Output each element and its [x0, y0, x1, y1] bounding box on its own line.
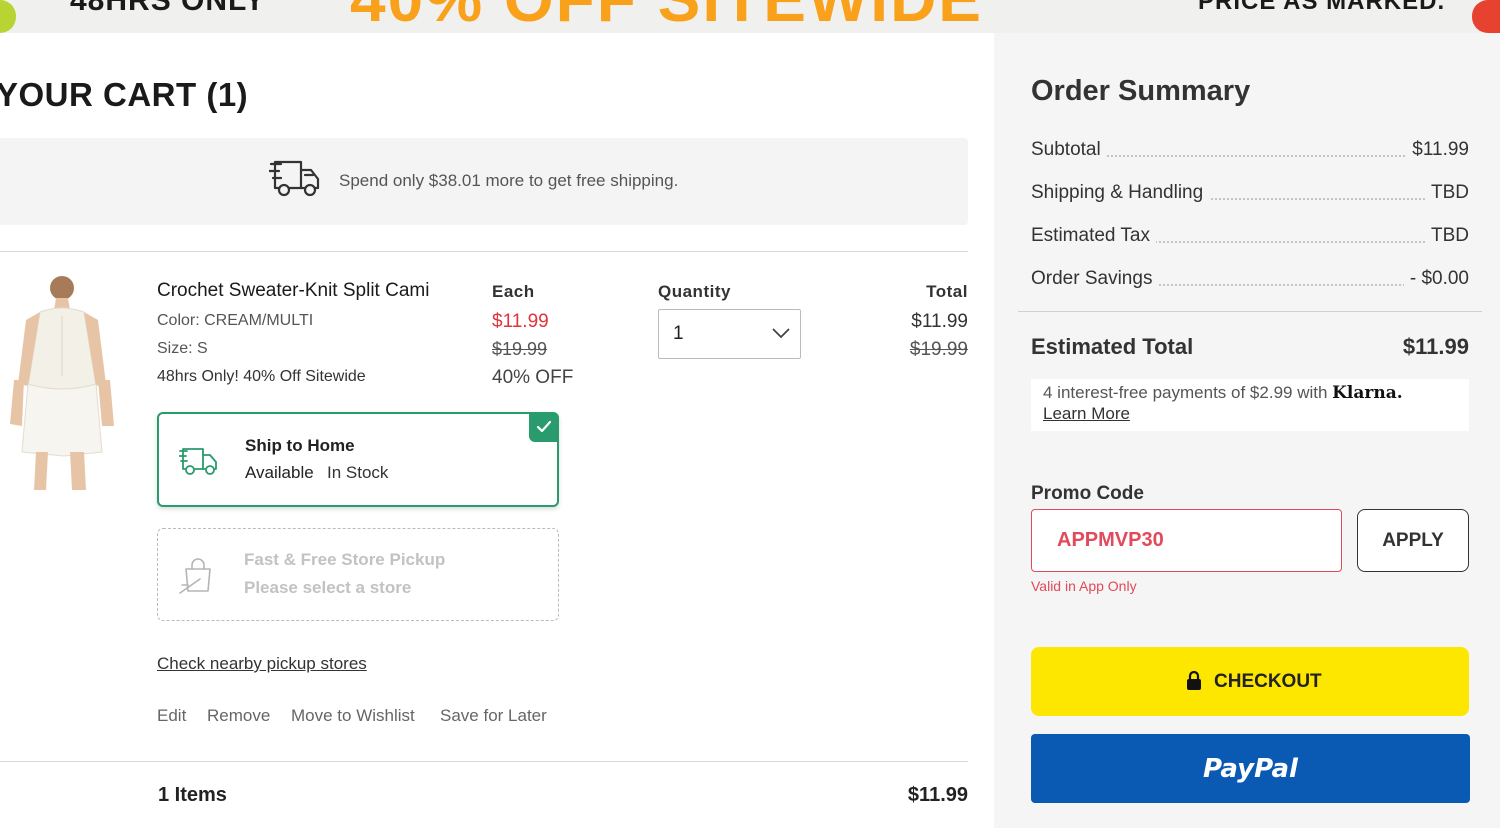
promo-code-input[interactable] [1031, 509, 1342, 572]
checkout-button[interactable]: CHECKOUT [1031, 647, 1469, 716]
summary-value: - $0.00 [1403, 268, 1469, 290]
product-promo: 48hrs Only! 40% Off Sitewide [157, 368, 366, 385]
promo-code-label: Promo Code [1031, 483, 1144, 504]
klarna-message: 4 interest-free payments of $2.99 with K… [1031, 379, 1469, 431]
column-header-quantity: Quantity [658, 282, 731, 301]
summary-row-tax: Estimated Tax TBD [1031, 225, 1469, 251]
column-header-each: Each [492, 282, 535, 301]
summary-label: Order Savings [1031, 268, 1159, 290]
banner-decoration [1472, 0, 1500, 33]
free-shipping-bar: Spend only $38.01 more to get free shipp… [0, 138, 968, 225]
move-to-wishlist-link[interactable]: Move to Wishlist [291, 706, 415, 726]
selected-check-badge [529, 412, 559, 442]
checkmark-icon [536, 420, 552, 433]
divider [1018, 311, 1482, 312]
truck-icon [269, 160, 320, 197]
summary-row-subtotal: Subtotal $11.99 [1031, 139, 1469, 165]
estimated-total-value: $11.99 [1402, 334, 1469, 359]
summary-label: Shipping & Handling [1031, 182, 1210, 204]
product-size: Size: S [157, 340, 208, 357]
availability-label: Available [245, 463, 314, 482]
divider [0, 251, 968, 252]
items-count: 1 Items [158, 784, 227, 806]
order-summary-panel: Order Summary Subtotal $11.99 Shipping &… [994, 33, 1500, 828]
each-sale-price: $11.99 [492, 311, 549, 332]
save-for-later-link[interactable]: Save for Later [440, 706, 547, 726]
paypal-button[interactable]: PayPal [1031, 734, 1470, 803]
items-total: $11.99 [907, 784, 968, 806]
summary-value: $11.99 [1406, 139, 1469, 161]
summary-value: TBD [1425, 225, 1469, 247]
promo-banner[interactable]: 48HRS ONLY 40% OFF SITEWIDE PRICE AS MAR… [0, 0, 1500, 33]
quantity-value: 1 [673, 323, 684, 344]
estimated-total-label: Estimated Total [1031, 334, 1194, 359]
total-sale-price: $11.99 [911, 311, 968, 332]
promo-note: Valid in App Only [1031, 578, 1137, 594]
learn-more-link[interactable]: Learn More [1043, 404, 1130, 424]
stock-status: In Stock [327, 463, 389, 482]
lock-icon [1187, 670, 1201, 690]
banner-left-text: 48HRS ONLY [70, 0, 266, 17]
product-color: Color: CREAM/MULTI [157, 312, 314, 329]
chevron-down-icon [772, 328, 790, 339]
banner-headline: 40% OFF SITEWIDE [350, 0, 983, 33]
discount-label: 40% OFF [492, 367, 574, 388]
summary-label: Subtotal [1031, 139, 1107, 161]
total-original-price: $19.99 [909, 339, 968, 360]
summary-row-savings: Order Savings - $0.00 [1031, 268, 1469, 294]
each-original-price: $19.99 [492, 339, 548, 359]
truck-icon [179, 448, 217, 475]
banner-right-text: PRICE AS MARKED. [1198, 0, 1446, 15]
store-pickup-option[interactable]: Fast & Free Store Pickup Please select a… [157, 528, 559, 621]
ship-to-home-title: Ship to Home [245, 436, 355, 455]
remove-link[interactable]: Remove [207, 706, 270, 726]
ship-to-home-option[interactable]: Ship to Home Available In Stock [157, 412, 559, 507]
store-pickup-title: Fast & Free Store Pickup [244, 550, 446, 569]
order-summary-title: Order Summary [1031, 75, 1251, 107]
checkout-label: CHECKOUT [1214, 671, 1322, 692]
klarna-text: 4 interest-free payments of $2.99 with K… [1043, 383, 1403, 403]
banner-decoration [0, 0, 16, 33]
shipping-message: Spend only $38.01 more to get free shipp… [339, 171, 679, 190]
klarna-logo: Klarna. [1332, 383, 1403, 403]
page-title: YOUR CART (1) [0, 76, 249, 113]
store-pickup-subtitle: Please select a store [244, 578, 412, 597]
shopping-bag-icon [179, 558, 211, 594]
klarna-payments-text: 4 interest-free payments of $2.99 with [1043, 383, 1333, 402]
column-header-total: Total [926, 282, 968, 301]
summary-value: TBD [1425, 182, 1469, 204]
product-name[interactable]: Crochet Sweater-Knit Split Cami [157, 280, 429, 302]
summary-row-shipping: Shipping & Handling TBD [1031, 182, 1469, 208]
summary-label: Estimated Tax [1031, 225, 1156, 247]
check-nearby-stores-link[interactable]: Check nearby pickup stores [157, 654, 367, 674]
quantity-select[interactable]: 1 [658, 309, 801, 359]
product-image[interactable] [0, 276, 120, 490]
divider [0, 761, 968, 762]
apply-button[interactable]: APPLY [1357, 509, 1469, 572]
edit-link[interactable]: Edit [157, 706, 186, 726]
